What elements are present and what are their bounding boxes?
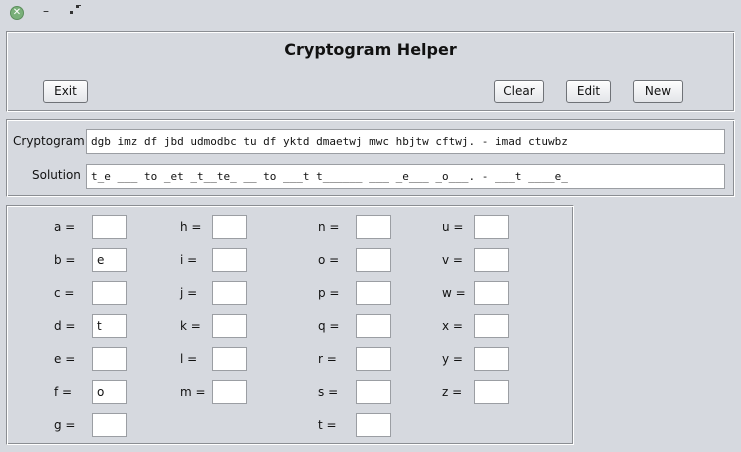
letter-input-n[interactable] [356,215,391,239]
letter-label-p: p = [318,286,340,300]
letter-input-w[interactable] [474,281,509,305]
letter-label-y: y = [442,352,463,366]
letter-label-i: i = [180,253,198,267]
letter-label-b: b = [54,253,76,267]
letter-input-k[interactable] [212,314,247,338]
letter-label-q: q = [318,319,340,333]
letter-input-s[interactable] [356,380,391,404]
letter-input-t[interactable] [356,413,391,437]
edit-button[interactable]: Edit [566,80,611,103]
letter-label-m: m = [180,385,206,399]
letter-input-e[interactable] [92,347,127,371]
letter-label-r: r = [318,352,337,366]
letter-input-g[interactable] [92,413,127,437]
close-icon[interactable]: ✕ [10,6,24,20]
letter-input-u[interactable] [474,215,509,239]
letter-input-j[interactable] [212,281,247,305]
letter-label-f: f = [54,385,73,399]
cryptogram-field[interactable]: dgb imz df jbd udmodbc tu df yktd dmaetw… [86,129,725,154]
letter-input-z[interactable] [474,380,509,404]
letter-label-z: z = [442,385,463,399]
letter-input-v[interactable] [474,248,509,272]
letter-label-s: s = [318,385,339,399]
letter-label-u: u = [442,220,464,234]
cryptogram-label: Cryptogram [13,134,85,148]
letter-mapping-panel: a = b = e c = d = t e = f = o g = h = i … [6,205,574,445]
letter-input-o[interactable] [356,248,391,272]
letter-input-y[interactable] [474,347,509,371]
window-titlebar: ✕ – [0,0,741,26]
letter-input-a[interactable] [92,215,127,239]
letter-input-p[interactable] [356,281,391,305]
letter-label-t: t = [318,418,337,432]
solution-label: Solution [32,168,81,182]
letter-label-c: c = [54,286,75,300]
letter-input-b[interactable]: e [92,248,127,272]
letter-input-r[interactable] [356,347,391,371]
exit-button[interactable]: Exit [43,80,88,103]
letter-label-n: n = [318,220,340,234]
letter-input-x[interactable] [474,314,509,338]
letter-input-q[interactable] [356,314,391,338]
letter-input-l[interactable] [212,347,247,371]
letter-input-c[interactable] [92,281,127,305]
app-title: Cryptogram Helper [284,40,457,59]
letter-label-a: a = [54,220,76,234]
cryptogram-panel: Cryptogram dgb imz df jbd udmodbc tu df … [6,119,735,197]
letter-input-f[interactable]: o [92,380,127,404]
letter-input-d[interactable]: t [92,314,127,338]
letter-label-o: o = [318,253,340,267]
letter-label-d: d = [54,319,76,333]
maximize-icon[interactable] [70,5,82,17]
new-button[interactable]: New [633,80,683,103]
letter-label-j: j = [180,286,198,300]
minimize-icon[interactable]: – [40,3,52,19]
letter-label-g: g = [54,418,76,432]
letter-label-h: h = [180,220,202,234]
letter-label-l: l = [180,352,198,366]
solution-field[interactable]: t_e ___ to _et _t__te_ __ to ___t t_____… [86,164,725,189]
letter-label-k: k = [180,319,201,333]
letter-input-i[interactable] [212,248,247,272]
letter-label-v: v = [442,253,463,267]
clear-button[interactable]: Clear [494,80,544,103]
letter-label-x: x = [442,319,463,333]
letter-input-m[interactable] [212,380,247,404]
letter-label-w: w = [442,286,466,300]
letter-input-h[interactable] [212,215,247,239]
letter-label-e: e = [54,352,76,366]
header-panel: Cryptogram Helper Exit Clear Edit New [6,31,735,112]
